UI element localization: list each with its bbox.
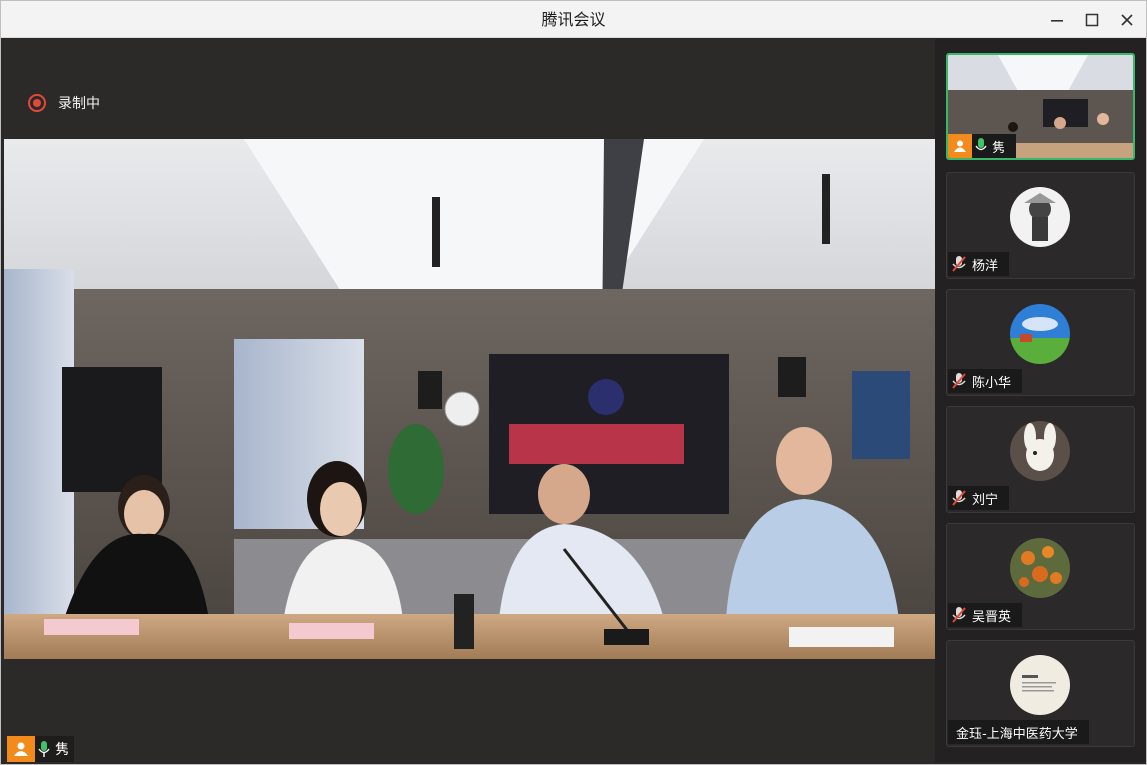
participant-name: 陈小华 [972, 375, 1012, 391]
participant-name: 吴晋英 [972, 609, 1012, 625]
mic-muted-icon [948, 253, 970, 275]
participant-tile-active[interactable]: 隽 [946, 53, 1135, 160]
participant-name: 隽 [992, 140, 1006, 156]
mic-muted-icon [948, 604, 970, 626]
speaker-name: 隽 [55, 742, 69, 758]
participant-name: 刘宁 [972, 492, 999, 508]
participant-name: 金珏-上海中医药大学 [956, 726, 1078, 742]
participant-name: 杨洋 [972, 258, 999, 274]
avatar [1010, 304, 1070, 364]
minimize-icon [1051, 20, 1063, 22]
mic-muted-icon [948, 487, 970, 509]
participant-tile[interactable]: 吴晋英 [946, 523, 1135, 630]
participant-tile[interactable]: 刘宁 [946, 406, 1135, 513]
title-bar: 腾讯会议 [1, 1, 1146, 38]
participant-tag: 杨洋 [948, 252, 1010, 276]
recording-indicator[interactable]: 录制中 [28, 93, 100, 113]
minimize-button[interactable] [1044, 7, 1070, 33]
participant-tile[interactable]: 金珏-上海中医药大学 [946, 640, 1135, 747]
maximize-button[interactable] [1079, 7, 1105, 33]
host-icon [7, 736, 35, 762]
participant-tag: 陈小华 [948, 369, 1023, 393]
close-button[interactable] [1114, 7, 1140, 33]
mic-muted-icon [948, 370, 970, 392]
recording-label: 录制中 [58, 96, 100, 112]
window-title: 腾讯会议 [541, 10, 606, 29]
speaker-name-bar: 隽 [7, 736, 74, 762]
avatar [1010, 538, 1070, 598]
participant-sidebar: 隽 杨洋 陈小华 刘宁 吴晋英 金珏-上海中医药大学 [935, 39, 1146, 763]
avatar [1010, 187, 1070, 247]
record-icon [28, 94, 46, 112]
participant-tag: 金珏-上海中医药大学 [948, 720, 1089, 744]
avatar [1010, 421, 1070, 481]
main-video-feed [4, 139, 935, 701]
host-icon [948, 134, 972, 158]
avatar [1010, 655, 1070, 715]
maximize-icon [1085, 13, 1099, 27]
close-icon [1121, 14, 1133, 26]
mic-active-icon [35, 738, 53, 760]
participant-tag: 刘宁 [948, 486, 1010, 510]
participant-tag: 吴晋英 [948, 603, 1023, 627]
participant-tile[interactable]: 陈小华 [946, 289, 1135, 396]
mic-active-icon [972, 135, 990, 157]
participant-tile[interactable]: 杨洋 [946, 172, 1135, 279]
meeting-window: 腾讯会议 录制中 隽 隽 杨洋 陈小华 刘宁 吴晋英 金珏-上海中医药大学 [0, 0, 1147, 765]
main-video-area[interactable]: 录制中 隽 [4, 39, 935, 763]
conference-room-scene [4, 139, 935, 701]
participant-tag: 隽 [948, 134, 1017, 158]
